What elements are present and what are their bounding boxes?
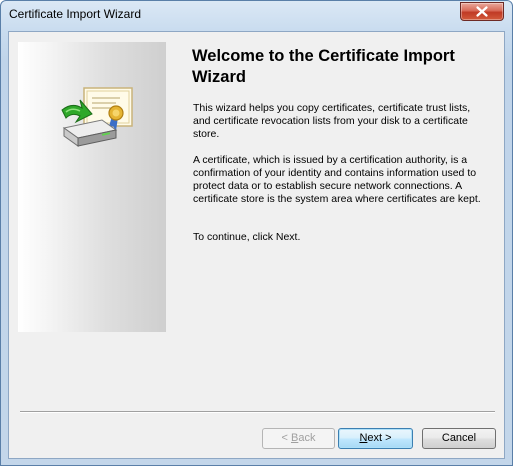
next-button[interactable]: Next > <box>338 428 413 449</box>
close-button[interactable] <box>460 2 504 21</box>
title-bar[interactable]: Certificate Import Wizard <box>1 1 512 31</box>
wizard-side-panel <box>18 42 166 332</box>
close-icon <box>476 6 488 17</box>
continue-instruction: To continue, click Next. <box>193 231 301 243</box>
back-button-prefix: < <box>281 432 291 444</box>
button-separator <box>20 411 495 413</box>
page-title: Welcome to the Certificate Import Wizard <box>192 47 455 86</box>
intro-paragraph: This wizard helps you copy certificates,… <box>193 102 471 140</box>
back-button-label: ack <box>298 432 316 444</box>
certificate-description-paragraph: A certificate, which is issued by a cert… <box>193 154 481 205</box>
certificate-import-icon <box>61 87 133 147</box>
window-title: Certificate Import Wizard <box>9 7 142 21</box>
wizard-window: Certificate Import Wizard Welcome to the… <box>0 0 513 466</box>
cancel-button[interactable]: Cancel <box>422 428 496 449</box>
back-button[interactable]: < Back <box>262 428 335 449</box>
wizard-client-area: Welcome to the Certificate Import Wizard… <box>8 31 505 459</box>
next-button-label: ext > <box>367 432 392 444</box>
